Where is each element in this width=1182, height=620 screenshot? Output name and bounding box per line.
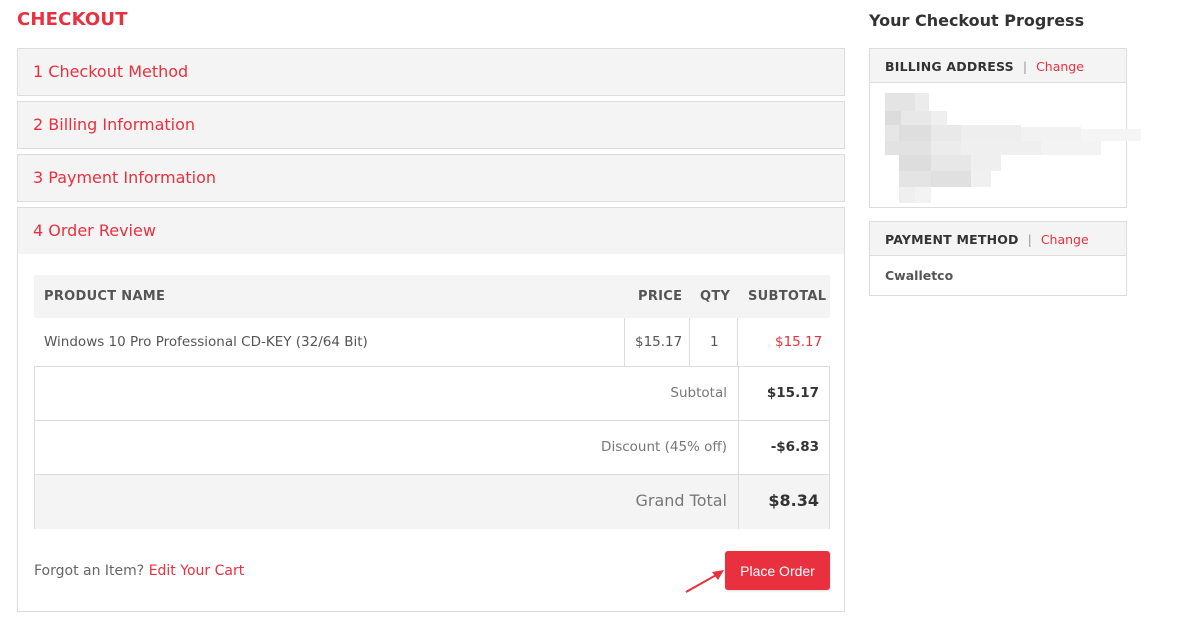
subtotal-row: Subtotal $15.17 [35, 367, 829, 421]
payment-method-heading: PAYMENT METHOD [885, 232, 1019, 247]
subtotal-label: Subtotal [670, 385, 727, 401]
product-price: $15.17 [635, 334, 683, 350]
checkout-progress-title: Your Checkout Progress [869, 11, 1085, 30]
discount-value: -$6.83 [770, 439, 819, 455]
billing-address-body [870, 83, 1141, 207]
column-header-subtotal: SUBTOTAL [748, 289, 827, 304]
column-divider [738, 421, 739, 474]
discount-row: Discount (45% off) -$6.83 [35, 421, 829, 475]
table-header: PRODUCT NAME PRICE QTY SUBTOTAL [34, 275, 830, 318]
separator: | [1022, 59, 1028, 74]
column-divider [737, 318, 738, 367]
billing-address-heading: BILLING ADDRESS [885, 59, 1014, 74]
payment-method-header: PAYMENT METHOD | Change [870, 222, 1126, 256]
change-payment-link[interactable]: Change [1041, 232, 1089, 247]
forgot-item-text: Forgot an Item? Edit Your Cart [34, 563, 244, 579]
subtotal-value: $15.17 [766, 385, 819, 401]
arrow-annotation-icon [685, 570, 724, 593]
step-checkout-method[interactable]: 1 Checkout Method [17, 48, 845, 96]
column-divider [738, 475, 739, 529]
grand-total-row: Grand Total $8.34 [35, 475, 829, 529]
grand-total-label: Grand Total [635, 491, 727, 510]
step-label: 2 Billing Information [33, 115, 196, 134]
step-order-review[interactable]: 4 Order Review [18, 208, 844, 254]
step-payment-information[interactable]: 3 Payment Information [17, 154, 845, 202]
step-label: 1 Checkout Method [33, 62, 189, 81]
payment-method-value: Cwalletco [885, 268, 954, 283]
place-order-button[interactable]: Place Order [725, 551, 830, 590]
discount-label: Discount (45% off) [601, 439, 727, 455]
order-totals: Subtotal $15.17 Discount (45% off) -$6.8… [34, 367, 830, 529]
grand-total-value: $8.34 [768, 491, 819, 510]
column-header-product-name: PRODUCT NAME [44, 289, 166, 304]
table-row: Windows 10 Pro Professional CD-KEY (32/6… [34, 318, 830, 367]
separator: | [1027, 232, 1032, 247]
product-name: Windows 10 Pro Professional CD-KEY (32/6… [44, 334, 368, 350]
column-divider [738, 367, 739, 420]
redacted-address-image [885, 93, 1145, 233]
column-divider [689, 318, 690, 367]
billing-address-header: BILLING ADDRESS | Change [870, 49, 1126, 83]
step-label: 4 Order Review [33, 221, 156, 240]
column-header-price: PRICE [638, 289, 683, 304]
product-subtotal: $15.17 [775, 334, 823, 350]
payment-method-panel: PAYMENT METHOD | Change Cwalletco [869, 221, 1127, 296]
step-billing-information[interactable]: 2 Billing Information [17, 101, 845, 149]
edit-cart-link[interactable]: Edit Your Cart [149, 563, 245, 579]
step-label: 3 Payment Information [33, 168, 217, 187]
order-review-section: 4 Order Review PRODUCT NAME PRICE QTY SU… [17, 207, 845, 612]
column-header-qty: QTY [700, 289, 731, 304]
product-qty: 1 [710, 334, 719, 350]
column-divider [624, 318, 625, 367]
page-title: CHECKOUT [17, 9, 128, 30]
forgot-item-label: Forgot an Item? [34, 563, 145, 579]
billing-address-panel: BILLING ADDRESS | Change [869, 48, 1141, 208]
change-billing-link[interactable]: Change [1036, 59, 1084, 74]
